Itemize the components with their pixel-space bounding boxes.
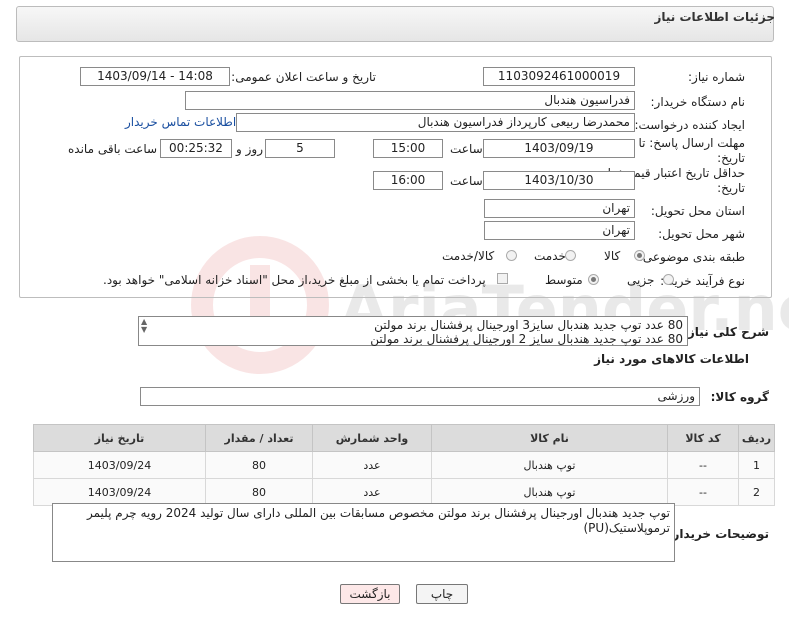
page-title: جزئیات اطلاعات نیاز xyxy=(654,10,775,24)
deadline-label-date: تاریخ: xyxy=(717,151,745,165)
table-row: 2 -- توپ هندبال عدد 80 1403/09/24 xyxy=(33,478,775,506)
summary-textarea[interactable]: 80 عدد توپ جدید هندبال سایز3 اورجینال پر… xyxy=(138,316,688,346)
category-option-goods-service: کالا/خدمت xyxy=(442,249,495,263)
announce-label: تاریخ و ساعت اعلان عمومی: xyxy=(231,70,376,84)
city-field: تهران xyxy=(484,221,635,240)
goods-table: ردیف کد کالا نام کالا واحد شمارش تعداد /… xyxy=(33,424,775,506)
goods-date: 1403/09/24 xyxy=(33,451,206,479)
city-label: شهر محل تحویل: xyxy=(658,227,745,241)
category-radio-goods-service[interactable] xyxy=(506,250,517,261)
col-unit-header: واحد شمارش xyxy=(312,424,432,452)
category-radio-goods[interactable] xyxy=(634,250,645,261)
goods-unit: عدد xyxy=(312,478,432,506)
process-option-medium: متوسط xyxy=(545,273,583,287)
need-number-label: شماره نیاز: xyxy=(688,70,745,84)
goods-name: توپ هندبال xyxy=(431,478,668,506)
col-qty-header: تعداد / مقدار xyxy=(205,424,313,452)
col-name-header: نام کالا xyxy=(431,424,668,452)
min-price-time-label: ساعت xyxy=(450,174,483,188)
goods-date: 1403/09/24 xyxy=(33,478,206,506)
goods-group-label: گروه کالا: xyxy=(710,390,769,404)
deadline-date-field: 1403/09/19 xyxy=(483,139,635,158)
deadline-label: مهلت ارسال پاسخ: تا xyxy=(638,136,745,150)
col-code-header: کد کالا xyxy=(667,424,739,452)
buyer-notes-label: توضیحات خریدار: xyxy=(667,527,769,541)
buyer-notes-textarea[interactable]: توپ جدید هندبال اورجینال پرفشنال برند مو… xyxy=(52,503,675,562)
remaining-label: ساعت باقی مانده xyxy=(68,142,158,156)
buyer-org-label: نام دستگاه خریدار: xyxy=(650,95,746,109)
days-label: روز و xyxy=(236,142,263,156)
creator-field: محمدرضا ربیعی کارپرداز فدراسیون هندبال xyxy=(236,113,635,132)
goods-unit: عدد xyxy=(312,451,432,479)
category-option-service: خدمت xyxy=(534,249,566,263)
days-field: 5 xyxy=(265,139,335,158)
process-option-minor: جزیی xyxy=(627,273,655,287)
goods-table-wrapper: ردیف کد کالا نام کالا واحد شمارش تعداد /… xyxy=(33,424,775,506)
col-date-header: تاریخ نیاز xyxy=(33,424,206,452)
announce-field: 1403/09/14 - 14:08 xyxy=(80,67,230,86)
scroll-arrows-icon[interactable]: ▲ ▼ xyxy=(141,318,147,334)
goods-qty: 80 xyxy=(205,451,313,479)
category-label: طبقه بندی موضوعی: xyxy=(638,250,745,264)
table-row: 1 -- توپ هندبال عدد 80 1403/09/24 xyxy=(33,451,775,479)
province-label: استان محل تحویل: xyxy=(650,204,745,218)
back-button[interactable]: بازگشت xyxy=(340,584,400,604)
goods-qty: 80 xyxy=(205,478,313,506)
province-field: تهران xyxy=(484,199,635,218)
min-price-label-date: تاریخ: xyxy=(717,181,745,195)
summary-line-1: 80 عدد توپ جدید هندبال سایز3 اورجینال پر… xyxy=(374,318,683,332)
goods-group-field: ورزشی xyxy=(140,387,700,406)
category-option-goods: کالا xyxy=(604,249,621,263)
need-number-field: 1103092461000019 xyxy=(483,67,635,86)
col-row-header: ردیف xyxy=(738,424,775,452)
summary-line-2: 80 عدد توپ جدید هندبال سایز 2 اورجینال پ… xyxy=(370,332,683,346)
treasury-payment-checkbox[interactable] xyxy=(497,273,508,284)
goods-code: -- xyxy=(667,451,739,479)
remaining-time-field: 00:25:32 xyxy=(160,139,232,158)
deadline-time-label: ساعت xyxy=(450,142,483,156)
goods-section-title: اطلاعات کالاهای مورد نیاز xyxy=(594,352,749,366)
category-radio-service[interactable] xyxy=(565,250,576,261)
row-number: 2 xyxy=(738,478,775,506)
creator-label: ایجاد کننده درخواست: xyxy=(634,118,745,132)
contact-info-link[interactable]: اطلاعات تماس خریدار xyxy=(125,115,236,129)
deadline-time-field: 15:00 xyxy=(373,139,443,158)
goods-table-header: ردیف کد کالا نام کالا واحد شمارش تعداد /… xyxy=(33,424,775,452)
min-price-date-field: 1403/10/30 xyxy=(483,171,635,190)
treasury-payment-note: پرداخت تمام یا بخشی از مبلغ خرید،از محل … xyxy=(103,273,486,287)
goods-code: -- xyxy=(667,478,739,506)
row-number: 1 xyxy=(738,451,775,479)
min-price-time-field: 16:00 xyxy=(373,171,443,190)
goods-name: توپ هندبال xyxy=(431,451,668,479)
summary-label: شرح کلی نیاز: xyxy=(683,325,769,339)
process-radio-minor[interactable] xyxy=(663,274,674,285)
print-button[interactable]: چاپ xyxy=(416,584,468,604)
process-radio-medium[interactable] xyxy=(588,274,599,285)
buyer-org-field: فدراسیون هندبال xyxy=(185,91,635,110)
